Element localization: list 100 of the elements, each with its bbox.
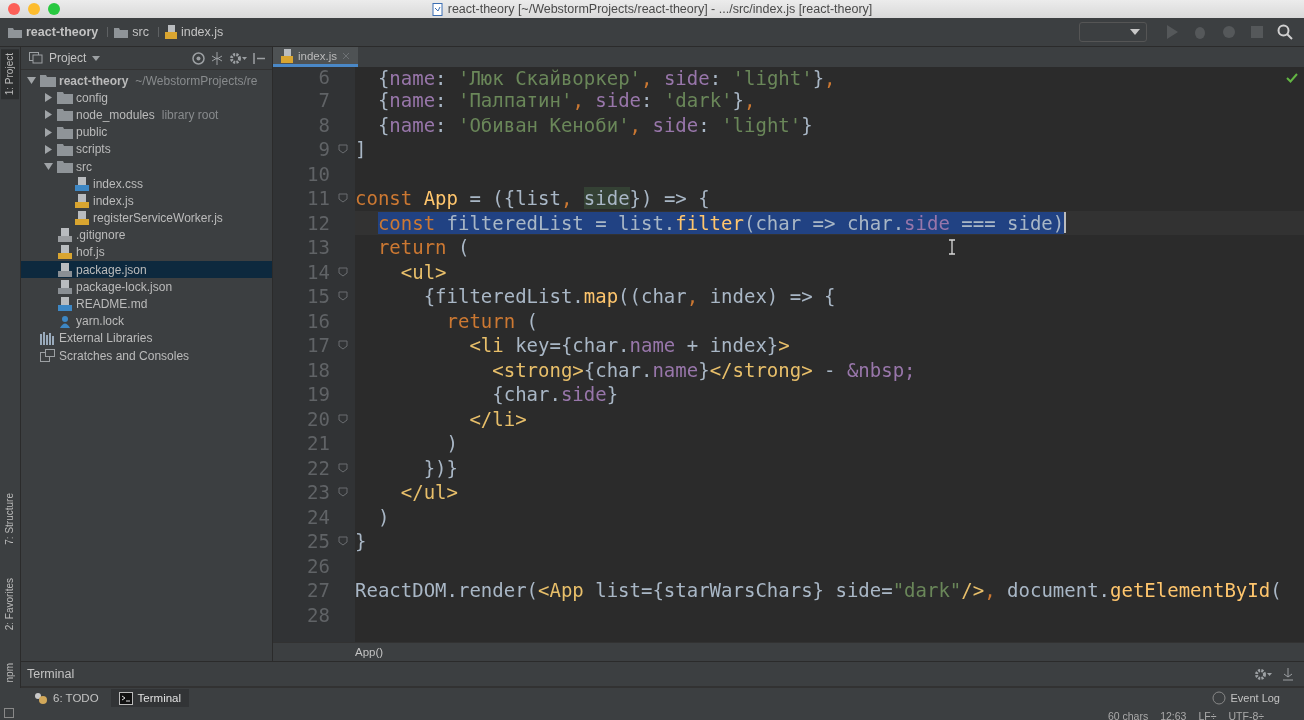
tree-item[interactable]: README.md bbox=[21, 295, 272, 313]
caret-icon bbox=[1130, 29, 1140, 35]
tree-item[interactable]: scripts bbox=[21, 140, 272, 158]
close-light-icon[interactable] bbox=[8, 3, 20, 15]
folder-icon bbox=[40, 74, 56, 88]
tree-item-label: index.css bbox=[93, 176, 144, 191]
status-item[interactable]: LF÷ bbox=[1198, 709, 1217, 720]
code-line: <ul> bbox=[400, 260, 447, 283]
tree-item-label: index.js bbox=[93, 193, 134, 208]
settings-icon[interactable] bbox=[229, 51, 247, 65]
code-line: {name: 'Люк Скайворкер', side: 'light'}, bbox=[377, 67, 836, 89]
code-line: {filteredList.map((char, index) => { bbox=[423, 285, 836, 308]
code-line: </ul> bbox=[400, 481, 458, 504]
status-item[interactable]: 60 chars bbox=[1107, 709, 1149, 720]
status-square-icon bbox=[4, 708, 14, 718]
person-icon bbox=[57, 314, 73, 328]
tree-item[interactable]: index.js bbox=[21, 192, 272, 210]
file-icon bbox=[57, 245, 73, 260]
fold-marker-icon[interactable] bbox=[337, 536, 348, 547]
tree-item[interactable]: public bbox=[21, 123, 272, 141]
zoom-light-icon[interactable] bbox=[48, 3, 60, 15]
code-line: })} bbox=[423, 456, 458, 479]
folder-icon bbox=[8, 26, 22, 38]
text-cursor-icon bbox=[948, 239, 956, 255]
terminal-icon bbox=[118, 691, 133, 705]
folder-icon bbox=[57, 160, 73, 174]
tree-item[interactable]: react-theory ~/WebstormProjects/re bbox=[21, 72, 272, 90]
collapse-icon[interactable] bbox=[211, 51, 223, 65]
tree-item[interactable]: config bbox=[21, 89, 272, 107]
file-icon bbox=[74, 193, 90, 208]
file-icon bbox=[74, 176, 90, 191]
breadcrumb-item[interactable]: src bbox=[114, 25, 149, 39]
text-caret bbox=[1064, 212, 1067, 234]
tree-item-label: package-lock.json bbox=[76, 279, 173, 294]
settings-icon[interactable] bbox=[1254, 667, 1272, 681]
tool-tab[interactable]: 6: TODO bbox=[26, 689, 107, 707]
fold-marker-icon[interactable] bbox=[337, 487, 348, 498]
folder-icon bbox=[114, 26, 129, 38]
tree-item[interactable]: External Libraries bbox=[21, 329, 272, 347]
fold-marker-icon[interactable] bbox=[337, 413, 348, 424]
todo-icon bbox=[34, 691, 48, 705]
panel-title-dropdown[interactable]: Project bbox=[49, 51, 87, 65]
fold-marker-icon[interactable] bbox=[337, 266, 348, 277]
library-icon bbox=[40, 331, 56, 345]
checkmark-icon bbox=[1286, 73, 1298, 83]
tool-window-tab[interactable]: npm bbox=[1, 659, 19, 687]
play-icon[interactable] bbox=[1165, 24, 1179, 40]
code-breadcrumb[interactable]: App() bbox=[355, 646, 384, 658]
tree-item[interactable]: node_modules library root bbox=[21, 106, 272, 124]
tree-item-label: yarn.lock bbox=[76, 314, 125, 329]
fold-marker-icon[interactable] bbox=[337, 144, 348, 155]
tree-item[interactable]: package.json bbox=[21, 261, 272, 279]
editor-tab[interactable]: index.js bbox=[273, 47, 358, 67]
tree-item-label: react-theory bbox=[59, 73, 129, 88]
tree-item[interactable]: yarn.lock bbox=[21, 312, 272, 330]
tool-tab[interactable]: Terminal bbox=[110, 689, 190, 707]
tree-item[interactable]: Scratches and Consoles bbox=[21, 347, 272, 365]
stop-icon[interactable] bbox=[1250, 25, 1264, 39]
fold-marker-icon[interactable] bbox=[337, 340, 348, 351]
tree-item-label: README.md bbox=[76, 297, 148, 312]
tree-item-label: node_modules bbox=[76, 107, 155, 122]
search-icon[interactable] bbox=[1277, 24, 1293, 40]
fold-marker-icon[interactable] bbox=[337, 193, 348, 204]
tree-item[interactable]: src bbox=[21, 157, 272, 176]
breadcrumb-item[interactable]: react-theory bbox=[8, 25, 99, 39]
tree-item[interactable]: hof.js bbox=[21, 243, 272, 262]
tree-item-label: hof.js bbox=[76, 245, 105, 260]
code-line: {name: 'Обиван Кеноби', side: 'light'} bbox=[377, 113, 813, 136]
file-icon bbox=[57, 297, 73, 312]
close-icon[interactable] bbox=[342, 51, 350, 60]
status-item[interactable]: 12:63 bbox=[1160, 709, 1187, 720]
tree-item[interactable]: .gitignore bbox=[21, 226, 272, 244]
folder-icon bbox=[57, 142, 73, 156]
tree-item[interactable]: package-lock.json bbox=[21, 278, 272, 296]
minimize-light-icon[interactable] bbox=[28, 3, 40, 15]
tree-item[interactable]: registerServiceWorker.js bbox=[21, 209, 272, 227]
fold-marker-icon[interactable] bbox=[337, 462, 348, 473]
tool-window-tab[interactable]: 7: Structure bbox=[1, 489, 19, 549]
folder-icon bbox=[57, 125, 73, 139]
tree-item-label: package.json bbox=[76, 262, 147, 277]
status-item[interactable]: UTF-8÷ bbox=[1228, 709, 1264, 720]
tree-item[interactable]: index.css bbox=[21, 175, 272, 193]
code-line: return ( bbox=[377, 236, 470, 259]
code-line: ) bbox=[446, 432, 458, 455]
tree-item-label: public bbox=[76, 125, 108, 140]
code-line: ] bbox=[355, 138, 367, 161]
hide-panel-icon[interactable] bbox=[253, 51, 266, 65]
file-icon bbox=[57, 279, 73, 294]
hide-icon[interactable] bbox=[1282, 667, 1294, 681]
tree-item-label: scripts bbox=[76, 142, 111, 157]
code-line: </li> bbox=[469, 407, 527, 430]
js-file-icon bbox=[164, 25, 177, 39]
run-configuration-dropdown[interactable] bbox=[1079, 22, 1147, 42]
tool-window-tab[interactable]: 2: Favorites bbox=[1, 573, 19, 635]
tool-window-tab[interactable]: 1: Project bbox=[1, 49, 19, 100]
breadcrumb-item[interactable]: index.js bbox=[164, 25, 224, 39]
locate-icon[interactable] bbox=[192, 51, 205, 65]
fold-marker-icon[interactable] bbox=[337, 291, 348, 302]
event-log-button[interactable]: Event Log bbox=[1212, 691, 1280, 705]
caret-icon[interactable] bbox=[92, 55, 101, 61]
